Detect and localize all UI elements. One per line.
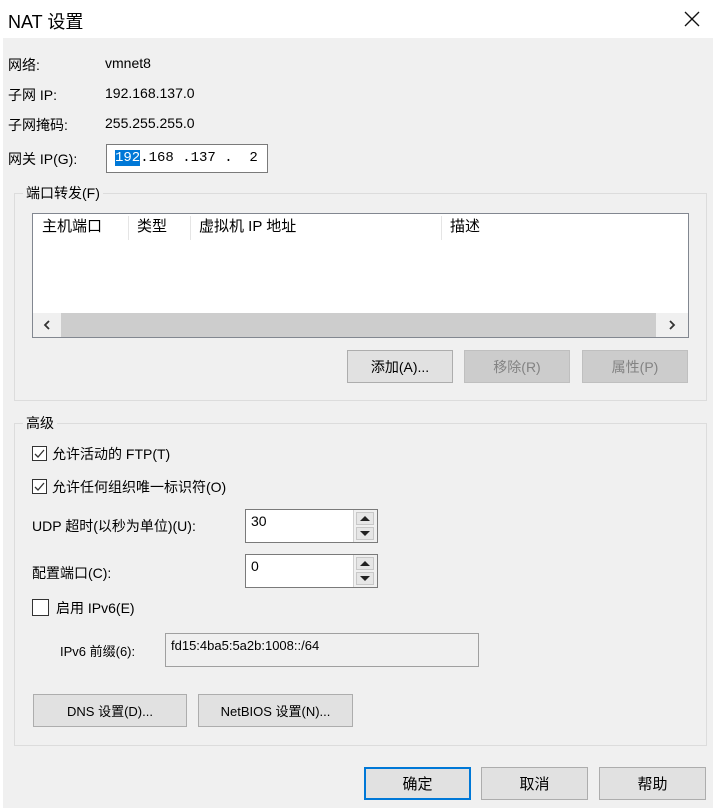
dns-settings-button[interactable]: DNS 设置(D)... xyxy=(33,694,187,727)
arrow-up-icon xyxy=(360,516,370,521)
port-forwarding-list[interactable]: 主机端口 类型 虚拟机 IP 地址 描述 xyxy=(32,213,689,338)
advanced-title: 高级 xyxy=(23,413,57,433)
port-forwarding-title: 端口转发(F) xyxy=(23,183,103,203)
udp-timeout-label: UDP 超时(以秒为单位)(U): xyxy=(32,518,196,534)
column-header-vm-ip[interactable]: 虚拟机 IP 地址 xyxy=(190,214,441,240)
spinner-buttons xyxy=(353,510,377,542)
arrow-down-icon xyxy=(360,576,370,581)
allow-ftp-checkbox[interactable] xyxy=(32,446,47,461)
gateway-ip-rest: .168 .137 . 2 xyxy=(140,150,258,166)
ipv6-prefix-label: IPv6 前缀(6): xyxy=(60,644,136,659)
network-value: vmnet8 xyxy=(105,55,151,71)
properties-button[interactable]: 属性(P) xyxy=(582,350,688,383)
arrow-down-icon xyxy=(360,531,370,536)
udp-timeout-value[interactable]: 30 xyxy=(251,513,267,529)
allow-oui-checkbox[interactable] xyxy=(32,479,47,494)
subnet-ip-label: 子网 IP: xyxy=(8,87,58,103)
column-header-description[interactable]: 描述 xyxy=(441,214,681,240)
gateway-ip-selected-octet: 192 xyxy=(115,150,141,166)
gateway-ip-input[interactable]: 192.168 .137 . 2 xyxy=(106,144,268,173)
ok-button[interactable]: 确定 xyxy=(364,767,471,800)
config-port-value[interactable]: 0 xyxy=(251,558,259,574)
scroll-right-button[interactable] xyxy=(656,313,688,337)
spin-down-button[interactable] xyxy=(356,527,374,540)
spin-up-button[interactable] xyxy=(356,557,374,570)
column-header-type[interactable]: 类型 xyxy=(128,214,190,240)
ipv6-prefix-input[interactable]: fd15:4ba5:5a2b:1008::/64 xyxy=(165,633,479,667)
netbios-settings-button[interactable]: NetBIOS 设置(N)... xyxy=(198,694,353,727)
close-icon xyxy=(684,11,700,27)
subnet-mask-value: 255.255.255.0 xyxy=(105,115,195,131)
scrollbar-thumb[interactable] xyxy=(61,313,656,337)
allow-oui-label[interactable]: 允许任何组织唯一标识符(O) xyxy=(52,477,226,497)
scroll-left-button[interactable] xyxy=(33,313,61,337)
column-header-host-port[interactable]: 主机端口 xyxy=(33,214,128,240)
close-button[interactable] xyxy=(679,6,705,32)
checkmark-icon xyxy=(34,449,45,458)
spinner-buttons xyxy=(353,555,377,587)
remove-button[interactable]: 移除(R) xyxy=(464,350,570,383)
chevron-right-icon xyxy=(669,320,676,330)
spin-down-button[interactable] xyxy=(356,572,374,585)
enable-ipv6-label[interactable]: 启用 IPv6(E) xyxy=(56,598,135,618)
allow-ftp-label[interactable]: 允许活动的 FTP(T) xyxy=(52,444,170,464)
config-port-spinner[interactable]: 0 xyxy=(245,554,378,588)
arrow-up-icon xyxy=(360,561,370,566)
title-bar: NAT 设置 xyxy=(0,0,715,38)
chevron-left-icon xyxy=(43,320,50,330)
spin-up-button[interactable] xyxy=(356,512,374,525)
add-button[interactable]: 添加(A)... xyxy=(347,350,453,383)
config-port-label: 配置端口(C): xyxy=(32,565,112,581)
window-title: NAT 设置 xyxy=(8,12,84,32)
subnet-ip-value: 192.168.137.0 xyxy=(105,85,195,101)
gateway-label: 网关 IP(G): xyxy=(8,151,78,167)
enable-ipv6-checkbox[interactable] xyxy=(32,599,49,616)
help-button[interactable]: 帮助 xyxy=(599,767,706,800)
checkmark-icon xyxy=(34,482,45,491)
udp-timeout-spinner[interactable]: 30 xyxy=(245,509,378,543)
subnet-mask-label: 子网掩码: xyxy=(8,117,68,133)
network-label: 网络: xyxy=(8,57,40,73)
cancel-button[interactable]: 取消 xyxy=(481,767,588,800)
horizontal-scrollbar[interactable] xyxy=(33,313,688,337)
